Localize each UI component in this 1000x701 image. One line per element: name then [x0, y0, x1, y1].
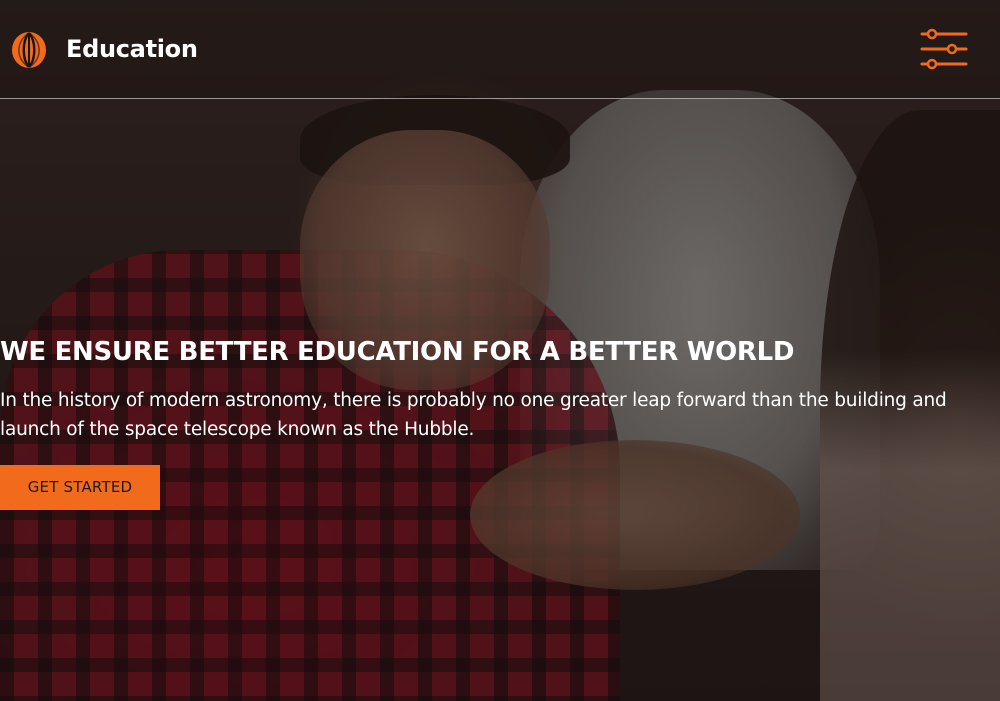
- site-header: Education: [0, 0, 1000, 99]
- menu-toggle-button[interactable]: [920, 27, 968, 71]
- get-started-button[interactable]: GET STARTED: [0, 465, 160, 510]
- brand-link[interactable]: Education: [10, 29, 198, 69]
- hero-section: Education WE ENSURE BETTER EDUCATION FOR…: [0, 0, 1000, 701]
- sliders-menu-icon: [920, 28, 968, 70]
- hero-headline: WE ENSURE BETTER EDUCATION FOR A BETTER …: [0, 337, 795, 367]
- hero-content: WE ENSURE BETTER EDUCATION FOR A BETTER …: [0, 330, 1000, 510]
- flame-logo-icon: [12, 32, 46, 68]
- hero-description: In the history of modern astronomy, ther…: [0, 390, 947, 440]
- brand-name: Education: [66, 35, 198, 63]
